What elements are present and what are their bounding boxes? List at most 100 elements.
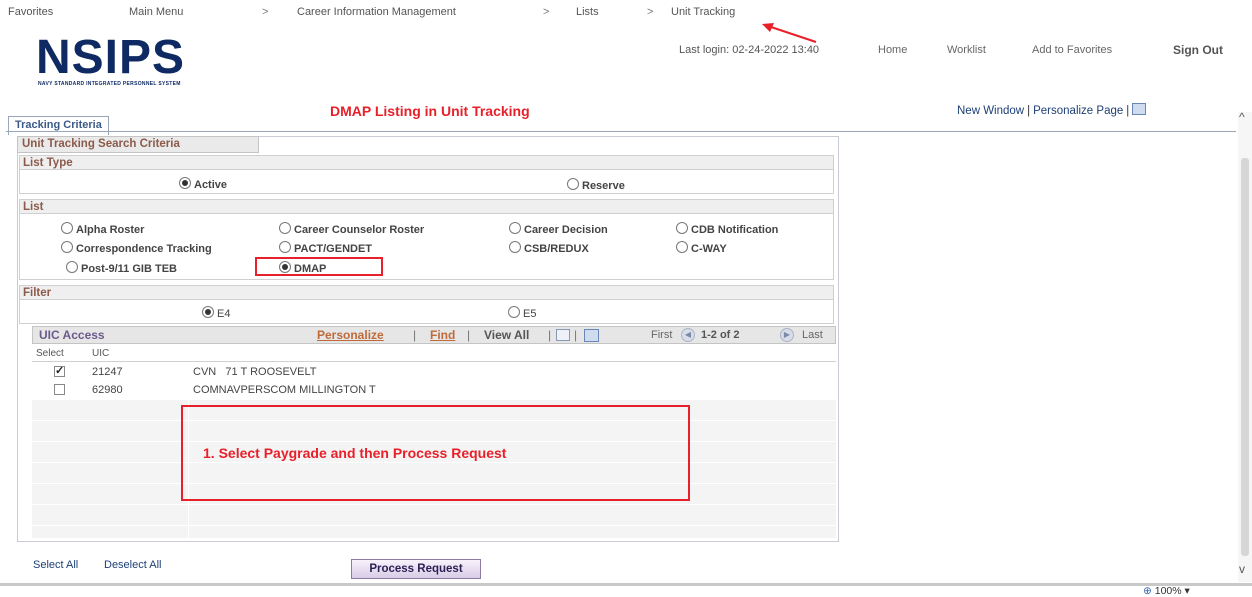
scroll-down-icon[interactable]: v xyxy=(1239,562,1245,576)
deselect-all-link[interactable]: Deselect All xyxy=(104,559,161,571)
scroll-up-icon[interactable]: ^ xyxy=(1239,110,1245,124)
radio-career-counselor-roster[interactable]: Career Counselor Roster xyxy=(279,222,424,236)
download-grid-icon[interactable] xyxy=(584,329,599,342)
radio-circle[interactable] xyxy=(509,241,521,253)
row-checkbox[interactable] xyxy=(54,384,65,395)
radio-reserve-circle[interactable] xyxy=(567,178,579,190)
zoom-level: 100% xyxy=(1154,585,1182,597)
uic-grid-title: UIC Access xyxy=(39,328,105,342)
nsips-logo: NSIPS NAVY STANDARD INTEGRATED PERSONNEL… xyxy=(36,34,276,90)
filter-body xyxy=(19,300,834,324)
grid-view-all-link[interactable]: View All xyxy=(484,328,529,342)
radio-alpha-roster[interactable]: Alpha Roster xyxy=(61,222,144,236)
radio-e4[interactable]: E4 xyxy=(202,306,230,320)
logo-wordmark: NSIPS xyxy=(36,31,186,84)
radio-label: CSB/REDUX xyxy=(524,243,589,255)
scrollbar-thumb[interactable] xyxy=(1241,158,1249,556)
breadcrumb-main-menu[interactable]: Main Menu xyxy=(129,6,183,18)
zoom-control[interactable]: ⊕ 100% ▾ xyxy=(1143,585,1190,597)
radio-e4-label: E4 xyxy=(217,308,231,320)
radio-circle[interactable] xyxy=(61,241,73,253)
breadcrumb-favorites[interactable]: Favorites xyxy=(8,6,53,18)
new-window-icon[interactable] xyxy=(556,329,570,341)
add-favorites-link[interactable]: Add to Favorites xyxy=(1032,44,1112,56)
tab-tracking-criteria[interactable]: Tracking Criteria xyxy=(8,116,109,135)
grid-divider xyxy=(32,361,836,362)
radio-label: C-WAY xyxy=(691,243,727,255)
empty-row xyxy=(32,526,836,539)
list-type-body xyxy=(19,170,834,194)
breadcrumb-separator: > xyxy=(647,6,654,18)
select-all-link[interactable]: Select All xyxy=(33,559,78,571)
list-title: List xyxy=(19,199,834,214)
radio-csb-redux[interactable]: CSB/REDUX xyxy=(509,241,589,255)
radio-pact-gendet[interactable]: PACT/GENDET xyxy=(279,241,372,255)
radio-active-circle[interactable] xyxy=(179,177,191,189)
radio-c-way[interactable]: C-WAY xyxy=(676,241,727,255)
personalize-page-link[interactable]: Personalize Page xyxy=(1033,105,1123,117)
breadcrumb-career-info[interactable]: Career Information Management xyxy=(297,6,456,18)
radio-circle[interactable] xyxy=(509,222,521,234)
logo-subtitle: NAVY STANDARD INTEGRATED PERSONNEL SYSTE… xyxy=(38,81,181,87)
breadcrumb-lists[interactable]: Lists xyxy=(576,6,599,18)
radio-active[interactable]: Active xyxy=(179,177,227,191)
row-checkbox[interactable] xyxy=(54,364,65,377)
grid-icon[interactable] xyxy=(1132,103,1147,115)
row-uic: 62980 xyxy=(92,384,123,396)
page-links: New Window | Personalize Page | xyxy=(957,103,1147,117)
breadcrumb-separator: > xyxy=(543,6,550,18)
grid-last-link[interactable]: Last xyxy=(802,329,823,341)
breadcrumb-unit-tracking[interactable]: Unit Tracking xyxy=(671,6,735,18)
radio-circle[interactable] xyxy=(279,241,291,253)
col-select: Select xyxy=(36,348,64,359)
row-uic: 21247 xyxy=(92,366,123,378)
status-bar-divider xyxy=(0,583,1252,586)
sign-out-link[interactable]: Sign Out xyxy=(1173,43,1223,57)
filter-title: Filter xyxy=(19,285,834,300)
group-title: Unit Tracking Search Criteria xyxy=(17,136,259,153)
next-arrow-icon[interactable]: ▶ xyxy=(780,328,794,342)
radio-correspondence-tracking[interactable]: Correspondence Tracking xyxy=(61,241,212,255)
radio-post-911-gib-teb[interactable]: Post-9/11 GIB TEB xyxy=(66,261,177,275)
radio-cdb-notification[interactable]: CDB Notification xyxy=(676,222,778,236)
col-uic: UIC xyxy=(92,348,110,359)
radio-career-decision[interactable]: Career Decision xyxy=(509,222,608,236)
row-unit-name: CVN 71 T ROOSEVELT xyxy=(193,366,317,378)
chevron-down-icon[interactable]: ▾ xyxy=(1185,585,1190,597)
radio-label: PACT/GENDET xyxy=(294,243,373,255)
zoom-icon: ⊕ xyxy=(1143,585,1152,597)
process-request-button[interactable]: Process Request xyxy=(351,559,481,579)
grid-find-link[interactable]: Find xyxy=(430,328,455,342)
list-type-title: List Type xyxy=(19,155,834,170)
row-unit-name: COMNAVPERSCOM MILLINGTON T xyxy=(193,384,376,396)
radio-e4-circle[interactable] xyxy=(202,306,214,318)
radio-e5-circle[interactable] xyxy=(508,306,520,318)
grid-first-link[interactable]: First xyxy=(651,329,672,341)
radio-circle[interactable] xyxy=(279,222,291,234)
last-login: Last login: 02-24-2022 13:40 xyxy=(679,44,820,56)
prev-arrow-icon[interactable]: ◀ xyxy=(681,328,695,342)
radio-reserve[interactable]: Reserve xyxy=(567,178,625,192)
radio-label: Correspondence Tracking xyxy=(76,243,212,255)
annotation-title: DMAP Listing in Unit Tracking xyxy=(330,103,530,119)
radio-label: Career Decision xyxy=(524,224,608,236)
radio-circle[interactable] xyxy=(61,222,73,234)
radio-label: Career Counselor Roster xyxy=(294,224,425,236)
radio-label: CDB Notification xyxy=(691,224,779,236)
radio-circle[interactable] xyxy=(66,261,78,273)
radio-circle[interactable] xyxy=(676,222,688,234)
radio-e5[interactable]: E5 xyxy=(508,306,536,320)
empty-row xyxy=(32,505,836,526)
new-window-link[interactable]: New Window xyxy=(957,105,1024,117)
instruction-text: 1. Select Paygrade and then Process Requ… xyxy=(203,445,507,461)
tab-divider xyxy=(6,131,1236,132)
home-link[interactable]: Home xyxy=(878,44,907,56)
grid-range: 1-2 of 2 xyxy=(701,329,740,341)
breadcrumb-separator: > xyxy=(262,6,269,18)
radio-circle[interactable] xyxy=(676,241,688,253)
worklist-link[interactable]: Worklist xyxy=(947,44,986,56)
grid-personalize-link[interactable]: Personalize xyxy=(317,328,384,342)
radio-active-label: Active xyxy=(194,179,228,191)
radio-label: Post-9/11 GIB TEB xyxy=(81,263,177,275)
radio-reserve-label: Reserve xyxy=(582,180,625,192)
